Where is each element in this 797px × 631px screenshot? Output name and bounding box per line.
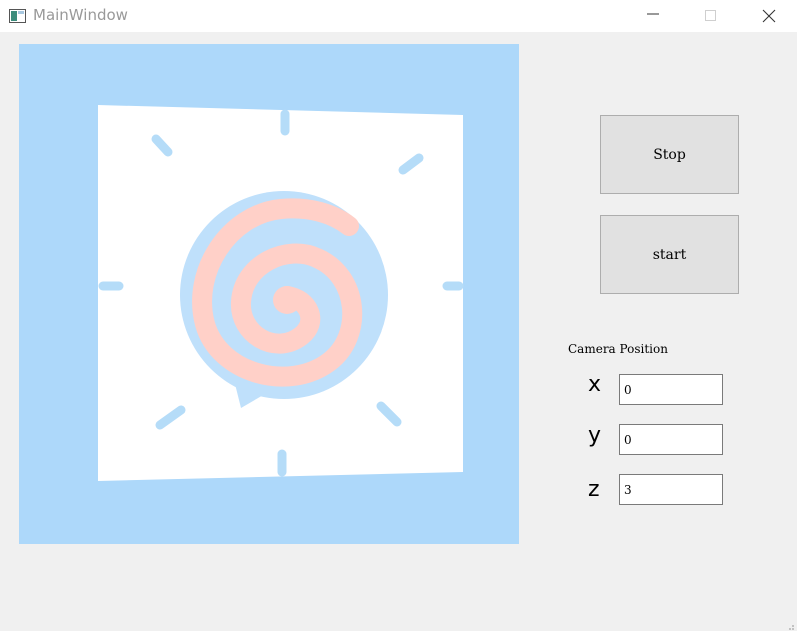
- maximize-icon: [705, 10, 716, 21]
- rendered-scene: [19, 44, 519, 544]
- close-button[interactable]: [740, 0, 797, 32]
- window-title: MainWindow: [33, 6, 128, 24]
- spiral-center: [273, 286, 301, 314]
- stop-button[interactable]: Stop: [600, 115, 739, 194]
- y-label: y: [588, 423, 602, 448]
- opengl-viewport[interactable]: [19, 44, 519, 544]
- camera-z-input[interactable]: [619, 474, 723, 505]
- camera-position-label: Camera Position: [568, 342, 668, 356]
- x-label: x: [588, 372, 602, 397]
- close-icon: [762, 9, 776, 23]
- size-grip-icon[interactable]: [785, 619, 795, 630]
- minimize-icon: [647, 13, 659, 15]
- title-bar[interactable]: MainWindow: [0, 0, 797, 32]
- start-button[interactable]: start: [600, 215, 739, 294]
- minimize-button[interactable]: [624, 0, 682, 32]
- maximize-button[interactable]: [682, 0, 740, 32]
- app-window-icon: [9, 8, 26, 23]
- z-label: z: [588, 477, 600, 502]
- camera-x-input[interactable]: [619, 374, 723, 405]
- camera-y-input[interactable]: [619, 424, 723, 455]
